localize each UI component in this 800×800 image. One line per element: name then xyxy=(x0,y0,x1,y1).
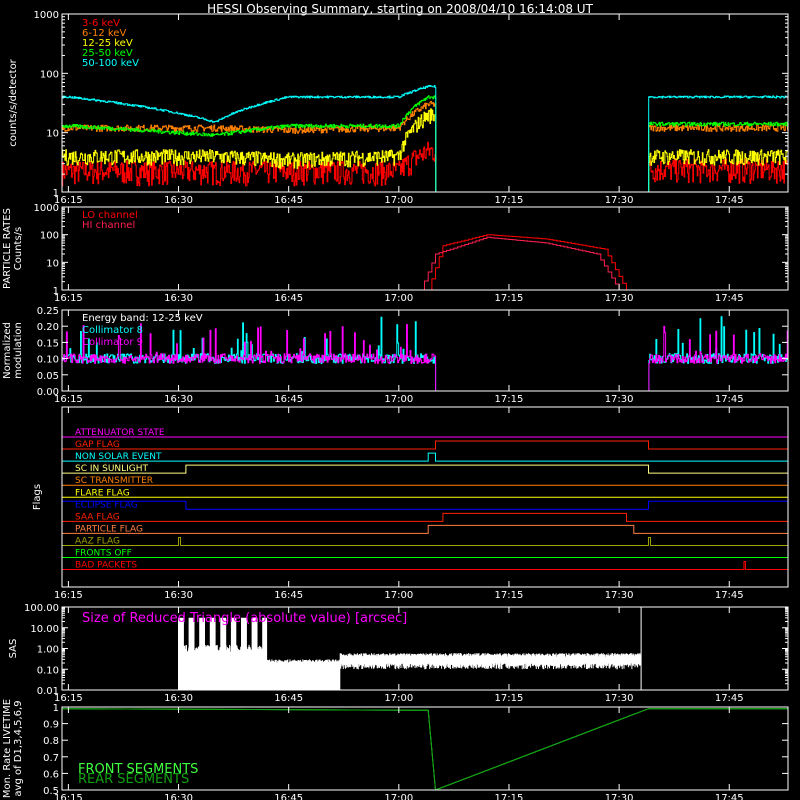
flag-label: ATTENUATOR STATE xyxy=(75,428,165,438)
modulation-ylabel-2: modulation xyxy=(13,322,24,379)
countrates-xtick-label: 17:00 xyxy=(384,195,413,206)
livetime-xtick-label: 17:45 xyxy=(715,793,744,800)
particle-ylabel-2: Counts/s xyxy=(13,227,24,271)
flags-ylabel: Flags xyxy=(32,484,43,510)
countrates-xtick-label: 17:45 xyxy=(715,195,744,206)
sas-annotation: Size of Reduced Triangle (absolute value… xyxy=(82,611,407,626)
modulation-ytick-label: 0.00 xyxy=(37,387,59,398)
flags-xtick-label: 16:30 xyxy=(164,590,193,601)
particle-ylabel: PARTICLE RATES xyxy=(2,208,13,289)
modulation-ytick-label: 0.05 xyxy=(37,371,59,382)
flag-label: NON SOLAR EVENT xyxy=(75,452,162,462)
sas-xtick-label: 17:00 xyxy=(384,693,413,704)
modulation-xtick-label: 17:45 xyxy=(715,394,744,405)
particle-ytick-label: 100 xyxy=(40,231,59,242)
modulation-ytick-label: 0.15 xyxy=(37,338,59,349)
sas-ytick-label: 0.10 xyxy=(37,665,59,676)
modulation-ytick-label: 0.10 xyxy=(37,355,59,366)
flag-label: FRONTS OFF xyxy=(75,549,132,559)
flag-label: SC IN SUNLIGHT xyxy=(75,464,149,474)
sas-ylabel: SAS xyxy=(8,639,19,659)
flag-label: SC TRANSMITTER xyxy=(75,476,153,486)
livetime-ytick-label: 0.8 xyxy=(43,736,59,747)
livetime-ylabel-2: avg of D1,3,4,5,6,9 xyxy=(13,700,24,796)
sas-ytick-label: 100.00 xyxy=(24,603,59,614)
legend-entry: Collimator 9 xyxy=(82,337,143,348)
countrates-ytick-label: 100 xyxy=(40,69,59,80)
livetime-ytick-label: 0.7 xyxy=(43,753,59,764)
particle-xtick-label: 17:45 xyxy=(715,293,744,304)
modulation-xtick-label: 17:00 xyxy=(384,394,413,405)
countrates-xtick-label: 17:30 xyxy=(605,195,634,206)
sas-xtick-label: 17:30 xyxy=(605,693,634,704)
sas-xtick-label: 16:45 xyxy=(274,693,303,704)
modulation-ytick-label: 0.20 xyxy=(37,322,59,333)
energy-band-annotation: Energy band: 12-25 keV xyxy=(82,313,203,324)
legend-entry: 50-100 keV xyxy=(82,58,139,69)
livetime-ylabel: Mon. Rate LIVETIME xyxy=(2,699,13,798)
livetime-xtick-label: 17:00 xyxy=(384,793,413,800)
sas-ytick-label: 10.00 xyxy=(30,624,59,635)
sas-xtick-label: 16:30 xyxy=(164,693,193,704)
modulation-xtick-label: 17:15 xyxy=(495,394,524,405)
particle-xtick-label: 17:00 xyxy=(384,293,413,304)
particle-ytick-label: 10 xyxy=(46,258,59,269)
modulation-ylabel: Normalized xyxy=(2,322,13,379)
countrates-ylabel: counts/s/detector xyxy=(8,58,19,146)
livetime-ytick-label: 0.9 xyxy=(43,720,59,731)
flags-xtick-label: 16:45 xyxy=(274,590,303,601)
sas-xtick-label: 17:15 xyxy=(495,693,524,704)
countrates-ytick-label: 1 xyxy=(53,188,59,199)
modulation-xtick-label: 16:30 xyxy=(164,394,193,405)
flag-label: AAZ FLAG xyxy=(75,536,120,546)
flag-label: BAD PACKETS xyxy=(75,561,137,571)
particle-ytick-label: 1 xyxy=(53,286,59,297)
flag-label: SAA FLAG xyxy=(75,512,120,522)
livetime-xtick-label: 17:15 xyxy=(495,793,524,800)
legend-entry: HI channel xyxy=(82,220,135,231)
countrates-xtick-label: 17:15 xyxy=(495,195,524,206)
flag-label: PARTICLE FLAG xyxy=(75,524,143,534)
countrates-xtick-label: 16:30 xyxy=(164,195,193,206)
flag-label: FLARE FLAG xyxy=(75,488,130,498)
particle-xtick-label: 17:15 xyxy=(495,293,524,304)
modulation-xtick-label: 17:30 xyxy=(605,394,634,405)
particle-xtick-label: 16:30 xyxy=(164,293,193,304)
sas-ytick-label: 1.00 xyxy=(37,645,59,656)
livetime-xtick-label: 16:30 xyxy=(164,793,193,800)
flag-label: GAP FLAG xyxy=(75,440,120,450)
particle-xtick-label: 17:30 xyxy=(605,293,634,304)
flags-xtick-label: 17:45 xyxy=(715,590,744,601)
sas-xtick-label: 17:45 xyxy=(715,693,744,704)
countrates-ytick-label: 10 xyxy=(46,129,59,140)
livetime-xtick-label: 17:30 xyxy=(605,793,634,800)
particle-xtick-label: 16:45 xyxy=(274,293,303,304)
livetime-ytick-label: 0.5 xyxy=(43,786,59,797)
flags-xtick-label: 17:30 xyxy=(605,590,634,601)
flag-label: ECLIPSE FLAG xyxy=(75,500,138,510)
hessi-summary-figure: HESSI Observing Summary, starting on 200… xyxy=(0,0,800,800)
countrates-xtick-label: 16:45 xyxy=(274,195,303,206)
legend-entry: Collimator 8 xyxy=(82,325,143,336)
sas-ytick-label: 0.01 xyxy=(37,686,59,697)
livetime-ytick-label: 0.6 xyxy=(43,769,59,780)
livetime-xtick-label: 16:45 xyxy=(274,793,303,800)
modulation-xtick-label: 16:45 xyxy=(274,394,303,405)
flags-xtick-label: 17:15 xyxy=(495,590,524,601)
modulation-ytick-label: 0.25 xyxy=(37,306,59,317)
countrates-ytick-label: 1000 xyxy=(34,10,59,21)
flags-xtick-label: 16:15 xyxy=(54,590,83,601)
livetime-ytick-label: 1 xyxy=(53,703,59,714)
particle-ytick-label: 1000 xyxy=(34,203,59,214)
flags-xtick-label: 17:00 xyxy=(384,590,413,601)
legend-entry: REAR SEGMENTS xyxy=(78,772,189,787)
